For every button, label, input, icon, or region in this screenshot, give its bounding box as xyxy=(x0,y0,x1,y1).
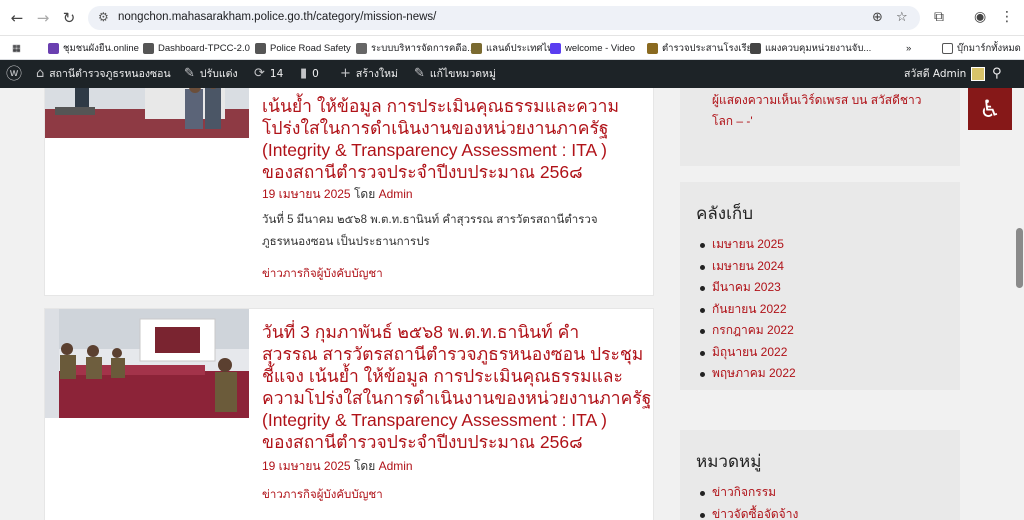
archive-link[interactable]: มีนาคม 2023 xyxy=(696,277,796,299)
bookmarks-bar: ▦ ชุมชนผังยืน.online Dashboard-TPCC-2.0 … xyxy=(0,36,1024,60)
bookmark-item[interactable]: Dashboard-TPCC-2.0 xyxy=(143,40,250,56)
browser-toolbar: ← → ↻ ⚙ nongchon.mahasarakham.police.go.… xyxy=(0,0,1024,36)
pencil-icon: ✎ xyxy=(414,66,425,81)
categories-list: ข่าวกิจกรรม ข่าวจัดซื้อจัดจ้าง xyxy=(696,482,798,520)
plus-icon: + xyxy=(340,66,351,81)
archive-link[interactable]: กรกฎาคม 2022 xyxy=(696,320,796,342)
dashboard-icon: ⌂ xyxy=(36,66,45,81)
menu-icon[interactable]: ⋮ xyxy=(1000,9,1014,25)
comment-icon: ▮ xyxy=(300,66,308,81)
post-card: เน้นย้ำ ให้ข้อมูล การประเมินคุณธรรมและคว… xyxy=(44,88,654,296)
reload-icon[interactable]: ↻ xyxy=(60,9,78,27)
bookmark-favicon-icon xyxy=(647,42,658,54)
bookmark-item[interactable]: แลนด์ประเทศไทย xyxy=(471,40,559,56)
updates-icon: ⟳ xyxy=(254,66,265,81)
categories-widget: หมวดหมู่ ข่าวกิจกรรม ข่าวจัดซื้อจัดจ้าง xyxy=(680,430,960,520)
post-meta: 19 เมษายน 2025 โดย Admin xyxy=(262,185,413,204)
bookmark-item[interactable]: welcome - Video xyxy=(550,40,635,56)
bookmark-favicon-icon xyxy=(48,42,59,54)
post-card: วันที่ 3 กุมภาพันธ์ ๒๕๖8 พ.ต.ท.ธานินท์ ค… xyxy=(44,308,654,520)
recent-comment-link[interactable]: โลก – -' xyxy=(712,111,952,132)
accessibility-button[interactable]: ♿ xyxy=(968,88,1012,130)
more-bookmarks-icon[interactable]: » xyxy=(906,40,911,56)
comments-link[interactable]: ▮ 0 xyxy=(300,60,319,88)
new-content-link[interactable]: + สร้างใหม่ xyxy=(340,60,398,88)
brush-icon: ✎ xyxy=(184,66,195,81)
avatar xyxy=(971,67,986,81)
bookmark-favicon-icon xyxy=(550,42,561,54)
archive-link[interactable]: เมษายน 2025 xyxy=(696,234,796,256)
bookmark-favicon-icon xyxy=(471,42,482,54)
recent-comments-widget: ผู้แสดงความเห็นเวิร์ดเพรส บน สวัสดีชาว โ… xyxy=(680,88,960,166)
bookmark-item[interactable]: Police Road Safety xyxy=(255,40,351,56)
back-icon[interactable]: ← xyxy=(8,9,26,27)
my-account-link[interactable]: สวัสดี Admin xyxy=(904,60,986,88)
archive-link[interactable]: กันยายน 2022 xyxy=(696,299,796,321)
updates-link[interactable]: ⟳ 14 xyxy=(254,60,283,88)
wp-admin-bar: ⓦ ⌂ สถานีตำรวจภูธรหนองซอน ✎ ปรับแต่ง ⟳ 14 ▮… xyxy=(0,60,1024,88)
bookmark-favicon-icon xyxy=(143,42,154,54)
search-icon[interactable]: ⚲ xyxy=(992,60,1002,88)
archive-link[interactable]: เมษายน 2024 xyxy=(696,256,796,278)
post-category-link[interactable]: ข่าวภารกิจผู้บังคับบัญชา xyxy=(262,486,383,504)
site-name-link[interactable]: ⌂ สถานีตำรวจภูธรหนองซอน xyxy=(36,60,171,88)
archive-link[interactable]: มิถุนายน 2022 xyxy=(696,342,796,364)
post-meta: 19 เมษายน 2025 โดย Admin xyxy=(262,457,413,476)
recent-comment-item: ผู้แสดงความเห็นเวิร์ดเพรส บน สวัสดีชาว โ… xyxy=(712,90,952,132)
extensions-icon[interactable]: ⧉ xyxy=(934,9,944,25)
category-link[interactable]: ข่าวจัดซื้อจัดจ้าง xyxy=(696,504,798,520)
post-by-label: โดย xyxy=(353,459,376,473)
apps-icon[interactable]: ▦ xyxy=(12,40,21,56)
bookmark-item[interactable]: ระบบบริหารจัดการคดีอ... xyxy=(356,40,475,56)
address-bar[interactable]: ⚙ nongchon.mahasarakham.police.go.th/cat… xyxy=(88,6,920,30)
post-date-link[interactable]: 19 เมษายน 2025 xyxy=(262,459,351,473)
bookmark-favicon-icon xyxy=(750,42,761,54)
post-author-link[interactable]: Admin xyxy=(379,187,413,201)
post-category-link[interactable]: ข่าวภารกิจผู้บังคับบัญชา xyxy=(262,265,383,283)
page-content: เน้นย้ำ ให้ข้อมูล การประเมินคุณธรรมและคว… xyxy=(0,88,1024,520)
post-thumbnail[interactable] xyxy=(45,88,249,138)
post-title-link[interactable]: วันที่ 3 กุมภาพันธ์ ๒๕๖8 พ.ต.ท.ธานินท์ ค… xyxy=(262,321,652,453)
bookmark-favicon-icon xyxy=(356,42,367,54)
site-info-icon[interactable]: ⚙ xyxy=(98,10,109,24)
scrollbar-thumb[interactable] xyxy=(1016,228,1023,288)
archives-title: คลังเก็บ xyxy=(696,204,753,223)
wheelchair-icon: ♿ xyxy=(979,95,1001,123)
zoom-icon[interactable]: ⊕ xyxy=(872,10,883,25)
category-link[interactable]: ข่าวกิจกรรม xyxy=(696,482,798,504)
post-by-label: โดย xyxy=(353,187,376,201)
categories-title: หมวดหมู่ xyxy=(696,452,762,471)
bookmark-item[interactable]: ชุมชนผังยืน.online xyxy=(48,40,139,56)
customize-link[interactable]: ✎ ปรับแต่ง xyxy=(184,60,238,88)
archives-list: เมษายน 2025 เมษายน 2024 มีนาคม 2023 กันย… xyxy=(696,234,796,385)
bookmark-star-icon[interactable]: ☆ xyxy=(896,10,908,25)
bookmark-item[interactable]: แผงควบคุมหน่วยงานจับ... xyxy=(750,40,871,56)
post-author-link[interactable]: Admin xyxy=(379,459,413,473)
post-date-link[interactable]: 19 เมษายน 2025 xyxy=(262,187,351,201)
forward-icon[interactable]: → xyxy=(34,9,52,27)
post-excerpt: วันที่ 5 มีนาคม ๒๕๖8 พ.ต.ท.ธานินท์ คำสุว… xyxy=(262,214,598,248)
bookmark-item[interactable]: ตำรวจประสานโรงเรียน xyxy=(647,40,759,56)
bookmark-favicon-icon xyxy=(255,42,266,54)
archives-widget: คลังเก็บ เมษายน 2025 เมษายน 2024 มีนาคม … xyxy=(680,182,960,390)
post-thumbnail[interactable] xyxy=(45,309,249,418)
recent-comment-link[interactable]: ผู้แสดงความเห็นเวิร์ดเพรส บน สวัสดีชาว xyxy=(712,90,952,111)
wordpress-logo-icon[interactable]: ⓦ xyxy=(6,60,22,88)
profile-icon[interactable]: ◉ xyxy=(974,9,986,25)
scrollbar[interactable] xyxy=(1015,88,1024,520)
url-text[interactable]: nongchon.mahasarakham.police.go.th/categ… xyxy=(118,11,436,23)
folder-icon xyxy=(942,42,953,54)
post-title-link[interactable]: เน้นย้ำ ให้ข้อมูล การประเมินคุณธรรมและคว… xyxy=(262,95,652,183)
edit-category-link[interactable]: ✎ แก้ไขหมวดหมู่ xyxy=(414,60,496,88)
archive-link[interactable]: พฤษภาคม 2022 xyxy=(696,363,796,385)
bookmark-item[interactable]: บุ๊กมาร์กทั้งหมด xyxy=(942,40,1021,56)
